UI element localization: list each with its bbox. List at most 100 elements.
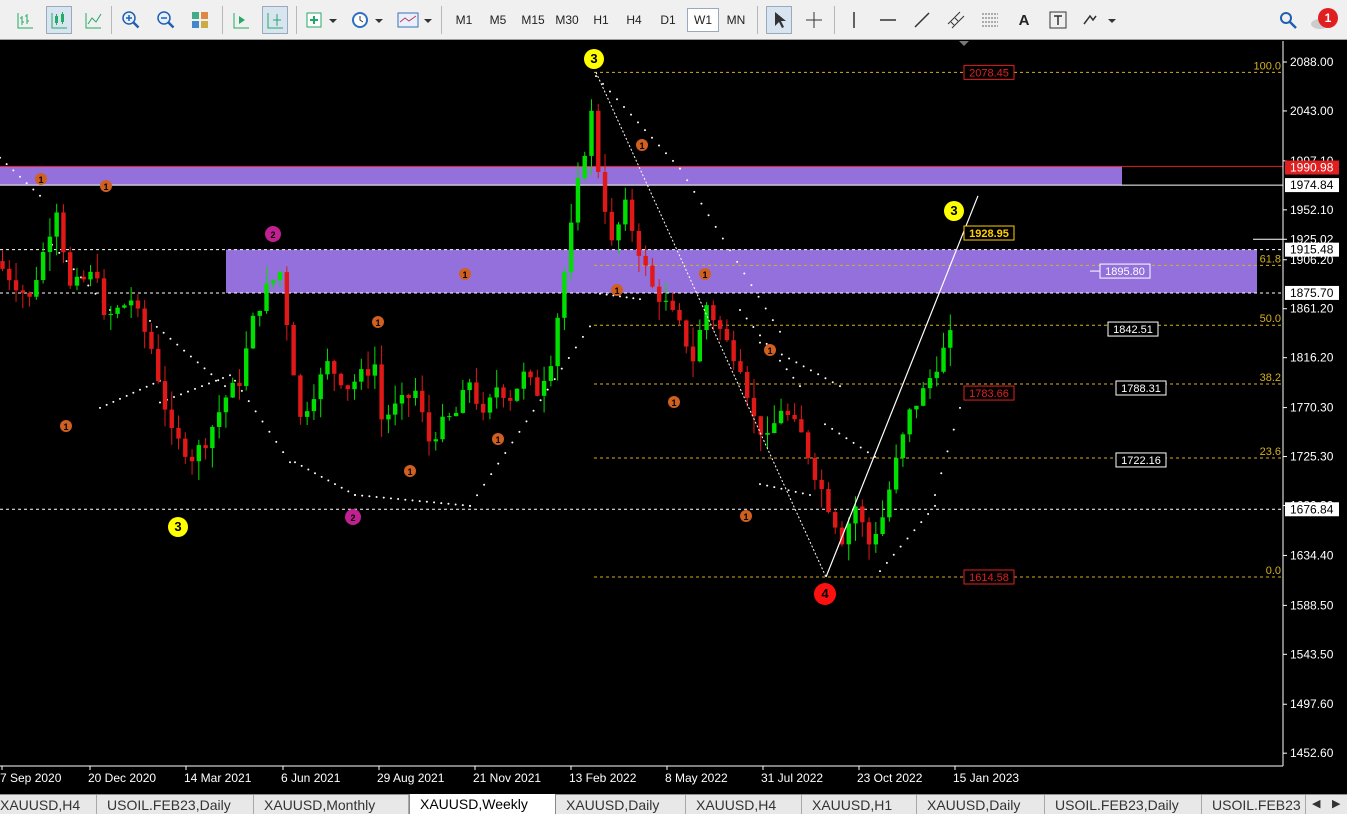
time-tick-label: 20 Dec 2020 xyxy=(88,771,156,785)
chart-shift-icon[interactable] xyxy=(262,6,288,34)
candle-body xyxy=(122,305,127,308)
sar-dot xyxy=(433,501,436,504)
timeframe-m15-button[interactable]: M15 xyxy=(517,8,549,32)
sar-dot xyxy=(729,249,731,252)
timeframe-d1-button[interactable]: D1 xyxy=(653,8,683,32)
tab-usoil-daily[interactable]: USOIL.FEB23,Daily xyxy=(97,795,254,814)
auto-scroll-icon[interactable] xyxy=(228,6,254,34)
zoom-in-icon[interactable] xyxy=(118,6,144,34)
candle-body xyxy=(74,276,80,286)
tab-xauusd-weekly[interactable]: XAUUSD,Weekly xyxy=(409,794,556,814)
tab-scroll-left-icon[interactable]: ◀ xyxy=(1312,797,1320,810)
timeframe-m1-button[interactable]: M1 xyxy=(449,8,479,32)
sar-dot xyxy=(665,152,667,155)
sar-dot xyxy=(602,82,604,85)
sar-dot xyxy=(65,260,68,263)
tab-xauusd-h4[interactable]: XAUUSD,H4 xyxy=(0,795,97,814)
candle-body xyxy=(298,375,303,417)
sar-dot xyxy=(203,367,206,370)
periodicity-clock-icon[interactable] xyxy=(349,6,385,34)
fib-ratio-label: 100.0 xyxy=(1253,60,1281,72)
sar-dot xyxy=(609,90,611,93)
callout-2078-text: 2078.45 xyxy=(969,67,1009,79)
sar-dot xyxy=(476,494,479,497)
zoom-out-icon[interactable] xyxy=(153,6,179,34)
trendline-icon[interactable] xyxy=(909,6,935,34)
equidistant-channel-icon[interactable] xyxy=(943,6,969,34)
tab-xauusd-h1[interactable]: XAUUSD,H1 xyxy=(802,795,917,814)
sar-dot xyxy=(759,341,761,344)
sar-dot xyxy=(567,357,570,360)
sar-dot xyxy=(307,468,310,471)
sar-dot xyxy=(217,379,220,382)
sar-dot xyxy=(700,202,703,205)
sar-dot xyxy=(773,486,776,489)
price-tick-label: 1497.60 xyxy=(1290,697,1334,711)
tab-usoil-daily-2[interactable]: USOIL.FEB23,Daily xyxy=(1045,795,1202,814)
price-tick-label: 1543.50 xyxy=(1290,647,1334,661)
candle-body xyxy=(636,230,642,256)
text-tool-button[interactable]: A xyxy=(1011,6,1037,34)
candlestick-chart-icon[interactable] xyxy=(46,6,72,34)
price-chart[interactable]: 100.0 61.8 50.0 38.2 23.6 0.0 3 3 3 4 2 2 1 1 1 1 1 1 1 1 1… xyxy=(0,41,1347,794)
price-tick-label: 1770.30 xyxy=(1290,401,1334,415)
bar-chart-icon[interactable] xyxy=(12,6,38,34)
line-chart-icon[interactable] xyxy=(80,6,106,34)
candle-body xyxy=(20,290,26,293)
candle-body xyxy=(379,364,384,420)
tab-scroll-right-icon[interactable]: ▶ xyxy=(1332,797,1340,810)
timeframe-m30-button[interactable]: M30 xyxy=(551,8,583,32)
candle-body xyxy=(345,385,350,390)
sar-dot xyxy=(461,504,464,507)
search-icon[interactable] xyxy=(1276,6,1300,34)
axis-price-tag-text: 1974.84 xyxy=(1290,178,1334,192)
candle-body xyxy=(392,403,398,415)
timeframe-h4-button[interactable]: H4 xyxy=(619,8,649,32)
sar-dot xyxy=(757,295,760,298)
sar-dot xyxy=(229,374,231,377)
indicators-dropdown-icon[interactable] xyxy=(303,6,339,34)
crosshair-icon[interactable] xyxy=(801,6,827,34)
sar-dot xyxy=(859,446,862,449)
sar-dot xyxy=(314,472,316,475)
time-tick-label: 15 Jan 2023 xyxy=(953,771,1019,785)
candle-body xyxy=(196,445,202,462)
timeframe-h1-button[interactable]: H1 xyxy=(586,8,616,32)
candle-body xyxy=(812,458,818,480)
timeframe-mn-button[interactable]: MN xyxy=(721,8,751,32)
wave-minor-1-text: 1 xyxy=(639,141,644,151)
cursor-arrow-icon[interactable] xyxy=(766,6,792,34)
templates-dropdown-icon[interactable] xyxy=(395,6,433,34)
tile-windows-icon[interactable] xyxy=(187,6,213,34)
sar-dot xyxy=(838,432,841,435)
timeframe-w1-button[interactable]: W1 xyxy=(687,8,719,32)
sar-dot xyxy=(765,342,768,345)
tab-xauusd-monthly[interactable]: XAUUSD,Monthly xyxy=(254,795,409,814)
candle-body xyxy=(927,378,933,389)
sar-dot xyxy=(539,399,542,402)
sar-dot xyxy=(809,369,812,372)
candle-body xyxy=(487,397,493,413)
sar-dot xyxy=(771,319,774,322)
tab-usoil-partial[interactable]: USOIL.FEB23 xyxy=(1202,795,1306,814)
vertical-line-icon[interactable] xyxy=(841,6,867,34)
fib-ratio-label: 50.0 xyxy=(1260,313,1281,325)
text-label-icon[interactable] xyxy=(1045,6,1071,34)
horizontal-line-icon[interactable] xyxy=(875,6,901,34)
tab-xauusd-daily-2[interactable]: XAUUSD,Daily xyxy=(917,795,1045,814)
candle-body xyxy=(352,381,357,390)
timeframe-m5-button[interactable]: M5 xyxy=(483,8,513,32)
candle-body xyxy=(846,523,851,545)
tab-xauusd-h4-2[interactable]: XAUUSD,H4 xyxy=(686,795,802,814)
arrows-dropdown-icon[interactable] xyxy=(1079,6,1119,34)
fibonacci-retracement-icon[interactable] xyxy=(977,6,1003,34)
sar-dot xyxy=(254,410,257,413)
sar-dot xyxy=(920,521,923,524)
candle-body xyxy=(568,222,574,273)
candle-body xyxy=(535,377,540,396)
notification-badge[interactable]: 1 xyxy=(1318,8,1338,28)
wave-minor-1-text: 1 xyxy=(702,270,707,280)
sar-dot xyxy=(347,490,350,493)
sar-dot xyxy=(261,420,264,423)
tab-xauusd-daily[interactable]: XAUUSD,Daily xyxy=(556,795,686,814)
